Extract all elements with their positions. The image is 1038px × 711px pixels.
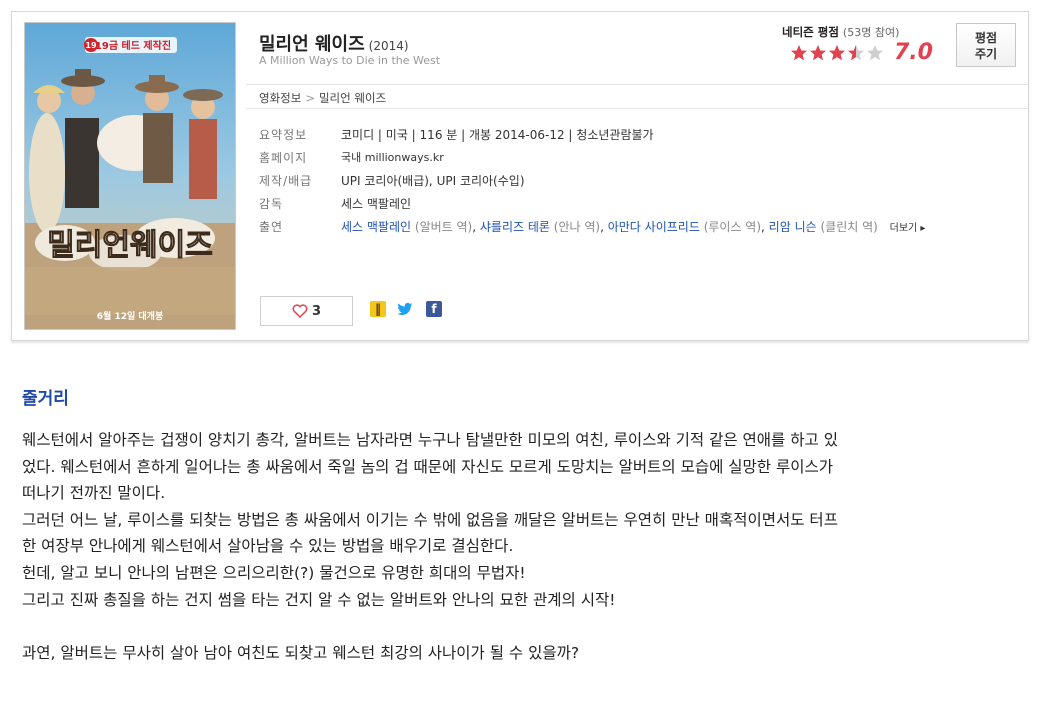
breadcrumb-current[interactable]: 밀리언 웨이즈 — [319, 91, 386, 105]
star-icon — [848, 45, 864, 61]
cast-link[interactable]: 아만다 사이프리드 — [608, 220, 700, 234]
synopsis-line: 웨스턴에서 알아주는 겁쟁이 양치기 총각, 알버트는 남자라면 누구나 탐낼만… — [22, 431, 838, 449]
star-icon — [867, 45, 883, 61]
synopsis-line: 과연, 알버트는 무사히 살아 남아 여친도 되찾고 웨스턴 최강의 사나이가 … — [22, 643, 580, 662]
cast-list: 세스 맥팔레인 (알버트 역), 샤를리즈 테론 (안나 역), 아만다 사이프… — [341, 220, 926, 234]
movie-header: 밀리언 웨이즈 (2014) A Million Ways to Die in t… — [246, 12, 1028, 85]
info-row-distribution: 제작/배급 UPI 코리아(배급), UPI 코리아(수입) — [259, 172, 1019, 195]
poster-badge-text: 19금 테드 제작진 — [95, 39, 171, 52]
breadcrumb: 영화정보 > 밀리언 웨이즈 — [259, 90, 386, 106]
like-count: 3 — [311, 303, 322, 319]
distribution-label: 제작/배급 — [259, 174, 313, 188]
cast-label: 출연 — [259, 220, 284, 234]
homepage-label: 홈페이지 — [259, 151, 308, 165]
info-row-homepage: 홈페이지 국내 millionways.kr — [259, 149, 1019, 172]
heart-icon — [292, 304, 308, 318]
movie-original-title: A Million Ways to Die in the West — [259, 54, 441, 67]
cast-role: (루이스 역) — [703, 220, 762, 234]
homepage-link[interactable]: 국내 millionways.kr — [341, 149, 444, 165]
info-row-director: 감독 세스 맥팔레인 — [259, 195, 1019, 218]
synopsis-title: 줄거리 — [22, 389, 69, 409]
synopsis-line: 그러던 어느 날, 루이스를 되찾는 방법은 총 싸움에서 이기는 수 밖에 없… — [22, 510, 838, 529]
rating-count: (53명 참여) — [842, 26, 900, 39]
summary-label: 요약정보 — [259, 128, 308, 142]
rate-button[interactable]: 평점 주기 — [956, 23, 1016, 67]
synopsis-line: 헌데, 알고 보니 안나의 남편은 으리으리한(?) 물건으로 유명한 희대의 … — [22, 563, 526, 582]
cast-link[interactable]: 세스 맥팔레인 — [341, 220, 411, 234]
movie-poster[interactable]: 19 19금 테드 제작진 밀리언웨이즈 6월 12일 대개봉 — [24, 22, 236, 330]
kakao-icon[interactable]: ‖ — [370, 301, 386, 317]
twitter-icon[interactable] — [397, 301, 413, 317]
facebook-icon[interactable]: f — [426, 301, 442, 317]
breadcrumb-root[interactable]: 영화정보 — [259, 91, 301, 105]
cast-role: (클린치 역) — [820, 220, 878, 234]
rating-heading: 네티즌 평점 (53명 참여) — [782, 24, 932, 40]
cast-link[interactable]: 샤를리즈 테론 — [480, 220, 550, 234]
director-label: 감독 — [259, 197, 284, 211]
synopsis-line: 그리고 진짜 총질을 하는 건지 썸을 타는 건지 알 수 없는 알버트와 안나… — [22, 590, 616, 609]
like-button[interactable]: 3 — [260, 296, 353, 326]
rating-stars — [790, 44, 885, 62]
synopsis-line: 한 여장부 안나에게 웨스턴에서 살아남을 수 있는 방법을 배우기로 결심한다… — [22, 537, 514, 556]
synopsis-text: 웨스턴에서 알아주는 겁쟁이 양치기 총각, 알버트는 남자라면 누구나 탐낼만… — [22, 427, 1022, 666]
rate-button-line2: 주기 — [974, 47, 998, 61]
movie-title: 밀리언 웨이즈 (2014) — [259, 30, 409, 56]
header-divider — [246, 108, 1028, 109]
rating-score: 7.0 — [894, 40, 933, 65]
movie-info-card: 19 19금 테드 제작진 밀리언웨이즈 6월 12일 대개봉 밀리언 웨이즈(… — [11, 11, 1029, 341]
info-row-cast: 출연 세스 맥팔레인 (알버트 역), 샤를리즈 테론 (안나 역), 아만다 … — [259, 218, 1019, 241]
poster-date-text: 6월 12일 대개봉 — [97, 310, 163, 322]
movie-year: (2014) — [368, 39, 409, 53]
more-cast-link[interactable]: 더보기 ▸ — [890, 223, 926, 234]
synopsis-line — [22, 613, 1022, 640]
star-icon — [829, 45, 845, 61]
poster-title-text: 밀리언웨이즈 — [47, 228, 213, 263]
cast-role: (안나 역) — [553, 220, 601, 234]
summary-value: 코미디 | 미국 | 116 분 | 개봉 2014-06-12 | 청소년관람… — [341, 128, 654, 142]
director-link[interactable]: 세스 맥팔레인 — [341, 195, 411, 212]
rate-button-line1: 평점 — [974, 31, 998, 45]
cast-link[interactable]: 리암 니슨 — [769, 220, 817, 234]
synopsis-line: 었다. 웨스턴에서 흔하게 일어나는 총 싸움에서 죽일 놈의 겁 때문에 자신… — [22, 457, 834, 476]
movie-info-list: 요약정보 코미디 | 미국 | 116 분 | 개봉 2014-06-12 | … — [259, 126, 1019, 241]
star-icon — [791, 45, 807, 61]
info-row-summary: 요약정보 코미디 | 미국 | 116 분 | 개봉 2014-06-12 | … — [259, 126, 1019, 149]
cast-role: (알버트 역) — [414, 220, 473, 234]
movie-title-text: 밀리언 웨이즈 — [259, 34, 365, 55]
netizen-rating: 네티즌 평점 (53명 참여) 7.0 — [782, 24, 933, 65]
rating-label: 네티즌 평점 — [782, 25, 839, 39]
distribution-value: UPI 코리아(배급), UPI 코리아(수입) — [341, 174, 525, 188]
synopsis-line: 떠나기 전까진 말이다. — [22, 484, 166, 503]
breadcrumb-separator: > — [305, 91, 315, 105]
star-icon — [810, 45, 826, 61]
